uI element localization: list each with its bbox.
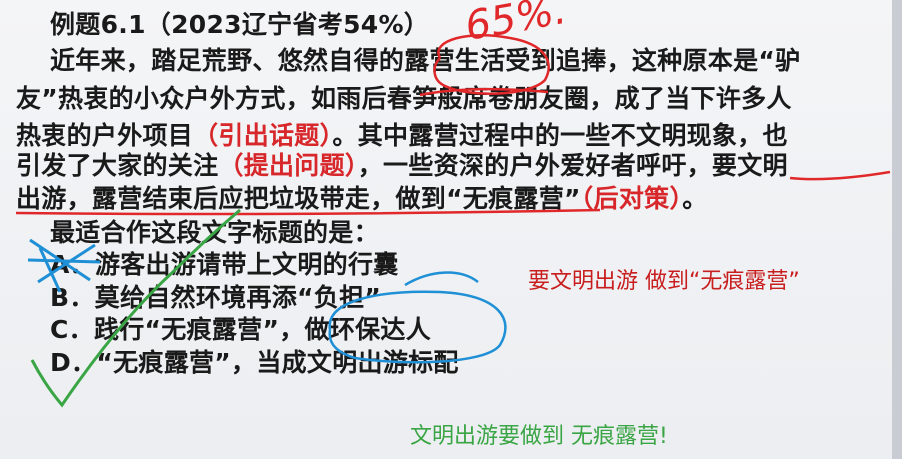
option-label: C． [50,315,94,344]
option-text: 莫给自然环境再添“负担” [94,283,382,312]
tag-countermeasure: （后对策） [580,184,683,213]
passage-line-5: 出游，露营结束后应把垃圾带走，做到“无痕露营”（后对策）。 [16,182,708,216]
passage-text: 热衷的户外项目 [16,121,194,150]
option-c[interactable]: C．践行“无痕露营”，做环保达人 [50,313,431,347]
tag-introduce-topic: （引出话题） [193,121,333,150]
option-text: 践行“无痕露营”，做环保达人 [93,315,432,344]
option-text: “无痕露营”，当成文明出游标配 [96,348,459,377]
passage-text: 出游，露营结束后应把垃圾带走，做到“无痕露营” [16,184,581,213]
option-label: B． [50,283,95,312]
passage-line-3: 热衷的户外项目（引出话题）。其中露营过程中的一些不文明现象，也 [16,119,788,153]
question-prompt: 最适合作这段文字标题的是： [50,218,379,247]
option-label: A． [50,250,95,279]
option-a[interactable]: A．游客出游请带上文明的行囊 [50,248,399,282]
right-edge-bar [892,0,902,459]
passage-line-4: 引发了大家的关注（提出问题），一些资深的户外爱好者呼吁，要文明 [16,149,788,183]
option-b[interactable]: B．莫给自然环境再添“负担” [50,281,381,315]
passage-text: 。其中露营过程中的一些不文明现象，也 [332,121,788,150]
option-label: D． [50,348,97,377]
tag-raise-problem: （提出问题） [218,151,358,180]
passage-line-1: 近年来，踏足荒野、悠然自得的露营生活受到追捧，这种原本是“驴 [50,46,801,75]
option-text: 游客出游请带上文明的行囊 [94,250,399,279]
passage-line-2: 友”热衷的小众户外方式，如雨后春笋般席卷朋友圈，成了当下许多人 [16,84,792,113]
passage-text: ，一些资深的户外爱好者呼吁，要文明 [357,151,788,180]
option-d[interactable]: D．“无痕露营”，当成文明出游标配 [50,346,459,380]
green-note: 文明出游要做到 无痕露营! [410,424,668,449]
red-note: 要文明出游 做到“无痕露营” [528,269,800,294]
passage-text: 引发了大家的关注 [16,151,219,180]
question-title: 例题6.1（2023辽宁省考54%） [50,10,430,39]
passage-text: 。 [682,184,708,213]
